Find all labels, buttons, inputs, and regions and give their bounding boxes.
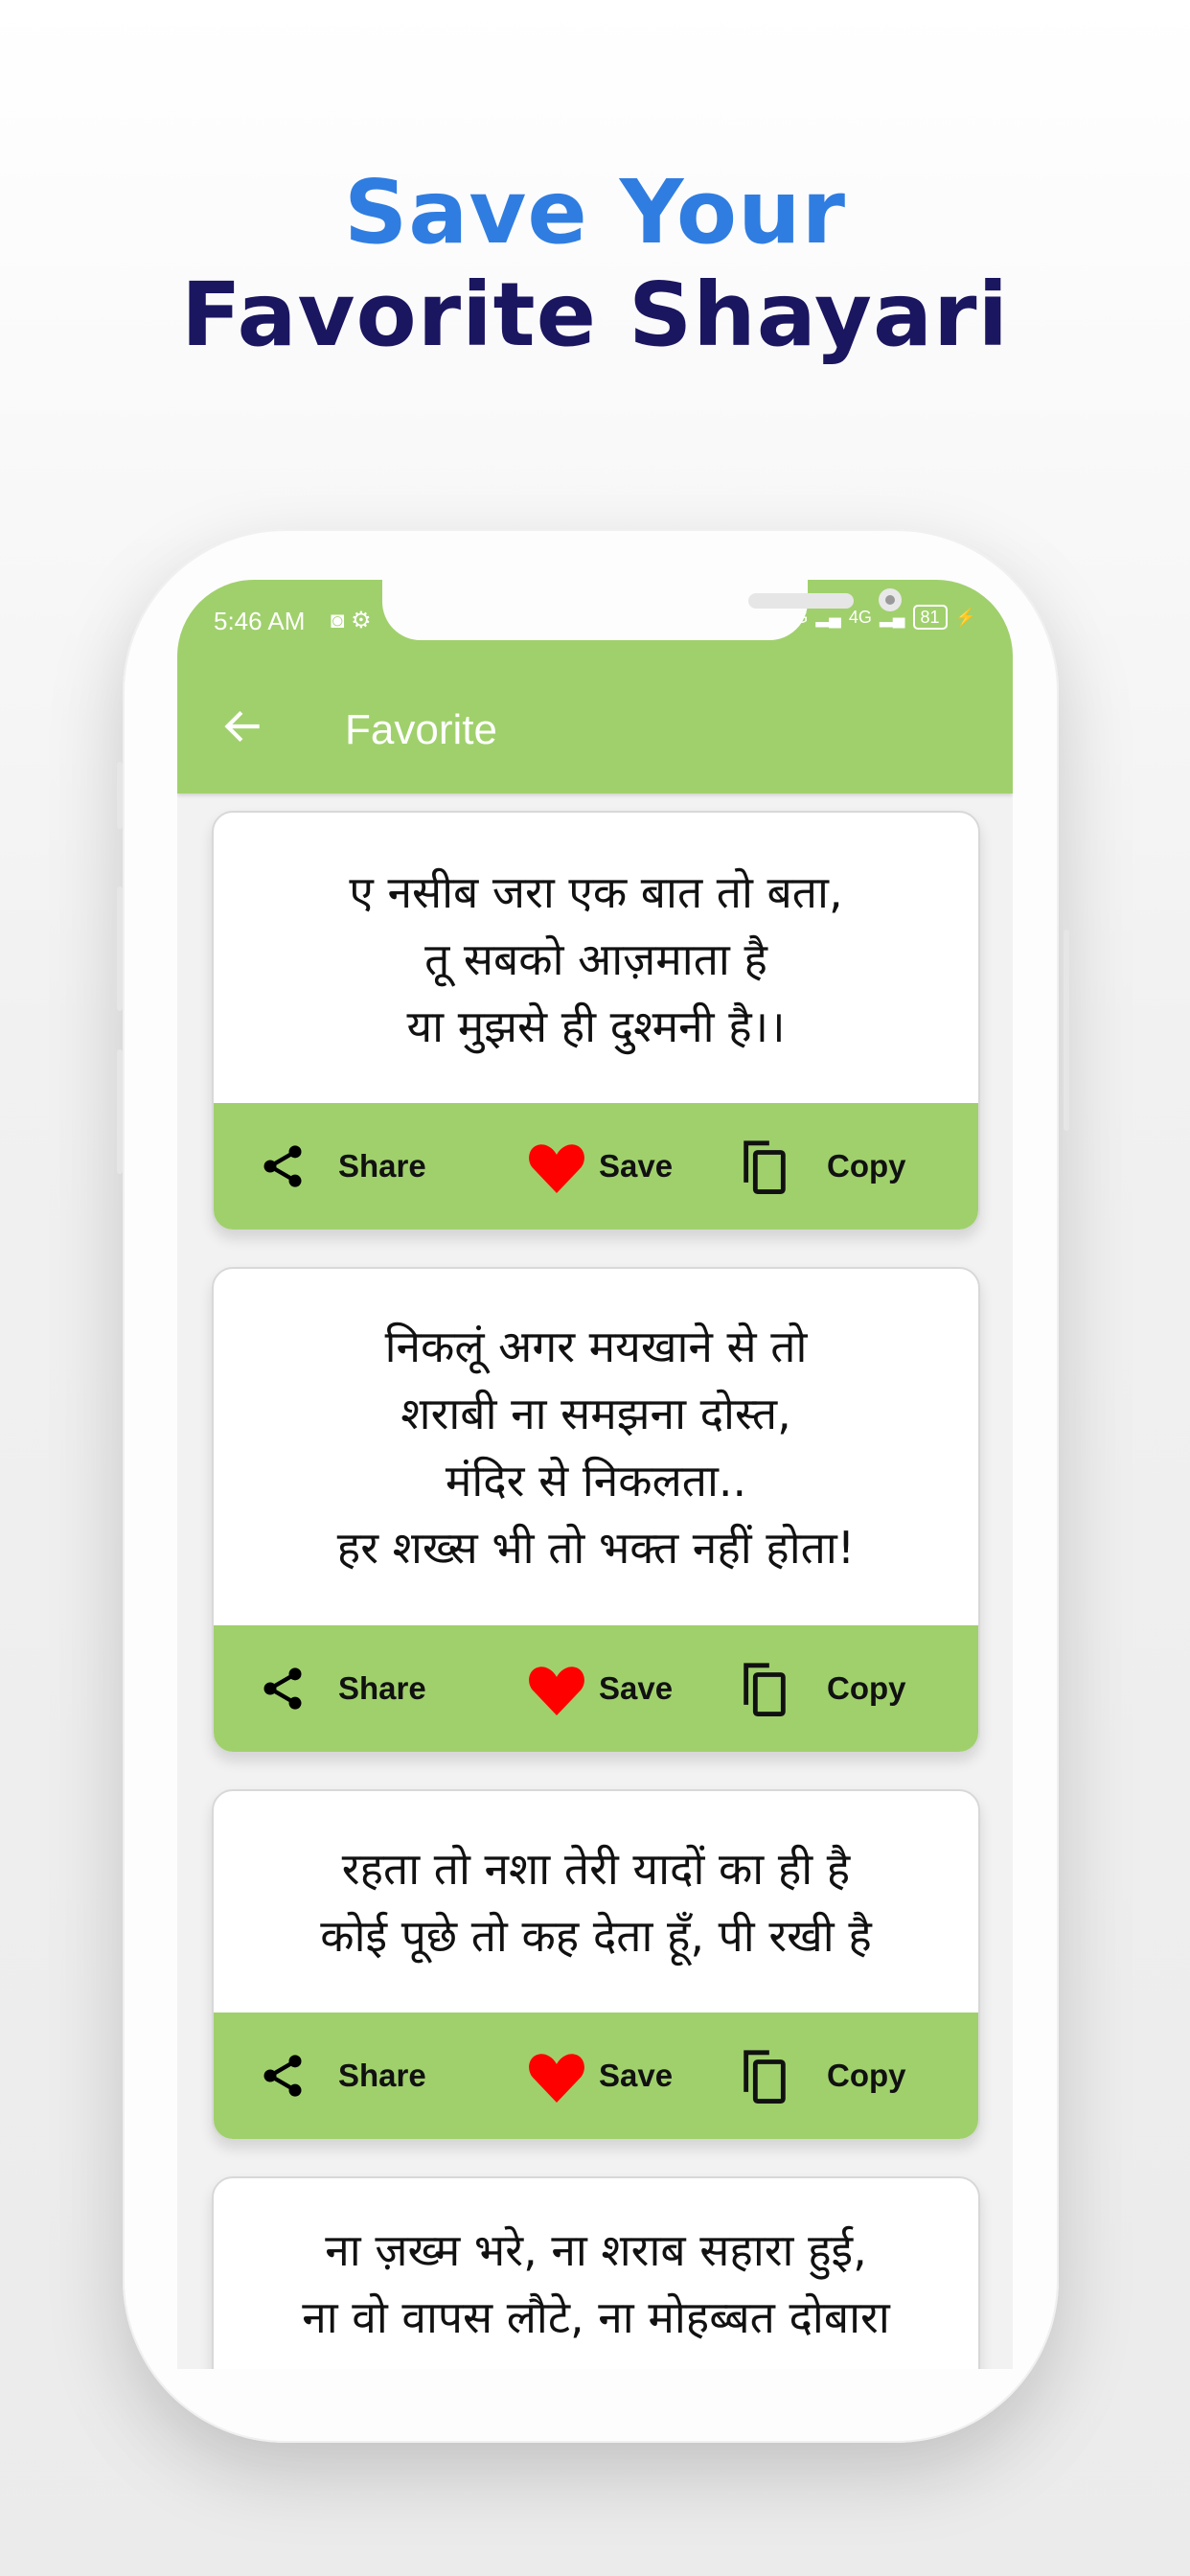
shayari-text: ना ज़ख्म भरे, ना शराब सहारा हुई, ना वो वा… xyxy=(214,2178,978,2369)
heart-icon xyxy=(529,2054,584,2103)
phone-side-button xyxy=(117,762,123,829)
toolbar-title: Favorite xyxy=(345,706,497,753)
copy-label: Copy xyxy=(827,2058,906,2093)
shayari-line: निकलूं अगर मयखाने से तो xyxy=(384,1321,808,1372)
phone-side-button xyxy=(117,886,123,1011)
promo-headline-line2: Favorite Shayari xyxy=(181,264,1009,366)
heart-icon xyxy=(529,1144,584,1193)
notch xyxy=(382,580,902,640)
share-label: Share xyxy=(338,1148,426,1184)
shayari-line: कोई पूछे तो कह देता हूँ, पी रखी है xyxy=(320,1909,872,1962)
phone-side-button xyxy=(1064,930,1069,1131)
speaker xyxy=(748,593,854,609)
status-notification-icons: ◙ ⚙ xyxy=(331,608,372,633)
shayari-line: मंदिर से निकलता.. xyxy=(445,1455,747,1506)
app-bar: 5:46 AM ◙ ⚙ 4G▂▄ 4G▂▄ 81 ⚡ Favorite xyxy=(177,580,1013,794)
phone-side-button xyxy=(117,1049,123,1174)
card-actions: Share Save Copy xyxy=(214,2012,978,2139)
card-actions: Share Save Copy xyxy=(214,1625,978,1752)
shayari-text: निकलूं अगर मयखाने से तो शराबी ना समझना दो… xyxy=(214,1269,978,1627)
promo-headline-line1: Save Your xyxy=(344,161,846,264)
save-button[interactable]: Save xyxy=(526,1103,673,1230)
save-button[interactable]: Save xyxy=(526,2012,673,2139)
share-button[interactable]: Share xyxy=(258,2012,426,2139)
copy-icon xyxy=(744,2050,786,2104)
shayari-line: या मुझसे ही दुश्मनी है।। xyxy=(406,1000,786,1052)
charging-icon: ⚡ xyxy=(954,607,976,627)
share-icon xyxy=(263,1668,302,1710)
share-button[interactable]: Share xyxy=(258,1103,426,1230)
shayari-card: ना ज़ख्म भरे, ना शराब सहारा हुई, ना वो वा… xyxy=(212,2176,980,2369)
card-actions: Share Save Copy xyxy=(214,1103,978,1230)
save-label: Save xyxy=(599,1670,674,1706)
share-icon xyxy=(263,1145,302,1187)
network-4g-2: 4G xyxy=(848,607,872,627)
save-label: Save xyxy=(599,1148,674,1184)
shayari-line: शराबी ना समझना दोस्त, xyxy=(400,1388,791,1439)
shayari-line: हर शख्स भी तो भक्त नहीं होता! xyxy=(336,1522,856,1574)
heart-icon xyxy=(529,1667,584,1715)
shayari-line: तू सबको आज़माता है xyxy=(424,932,767,985)
copy-label: Copy xyxy=(827,1148,906,1184)
save-label: Save xyxy=(599,2058,674,2093)
shayari-card: ए नसीब जरा एक बात तो बता, तू सबको आज़माता… xyxy=(212,811,980,1231)
share-icon xyxy=(263,2055,302,2097)
copy-button[interactable]: Copy xyxy=(741,1103,906,1230)
copy-icon xyxy=(744,1140,786,1194)
share-button[interactable]: Share xyxy=(258,1625,426,1752)
camera xyxy=(879,588,902,611)
battery-icon: 81 xyxy=(912,605,948,630)
shayari-text: रहता तो नशा तेरी यादों का ही है कोई पूछे … xyxy=(214,1791,978,2014)
app-screen: 5:46 AM ◙ ⚙ 4G▂▄ 4G▂▄ 81 ⚡ Favorite ए नस… xyxy=(177,580,1013,2369)
status-time: 5:46 AM xyxy=(214,607,306,635)
back-arrow-icon[interactable] xyxy=(219,702,267,750)
shayari-card: निकलूं अगर मयखाने से तो शराबी ना समझना दो… xyxy=(212,1267,980,1754)
share-label: Share xyxy=(338,2058,426,2093)
save-button[interactable]: Save xyxy=(526,1625,673,1752)
copy-label: Copy xyxy=(827,1670,906,1706)
share-label: Share xyxy=(338,1670,426,1706)
shayari-line: ए नसीब जरा एक बात तो बता, xyxy=(349,865,843,918)
copy-button[interactable]: Copy xyxy=(741,2012,906,2139)
shayari-text: ए नसीब जरा एक बात तो बता, तू सबको आज़माता… xyxy=(214,813,978,1107)
shayari-card: रहता तो नशा तेरी यादों का ही है कोई पूछे … xyxy=(212,1789,980,2141)
shayari-line: ना ज़ख्म भरे, ना शराब सहारा हुई, xyxy=(325,2224,867,2276)
signal-icon: ▂▄ xyxy=(815,607,841,627)
shayari-line: रहता तो नशा तेरी यादों का ही है xyxy=(341,1842,851,1895)
shayari-line: ना वो वापस लौटे, ना मोहब्बत दोबारा xyxy=(302,2291,890,2343)
copy-button[interactable]: Copy xyxy=(741,1625,906,1752)
copy-icon xyxy=(744,1663,786,1716)
